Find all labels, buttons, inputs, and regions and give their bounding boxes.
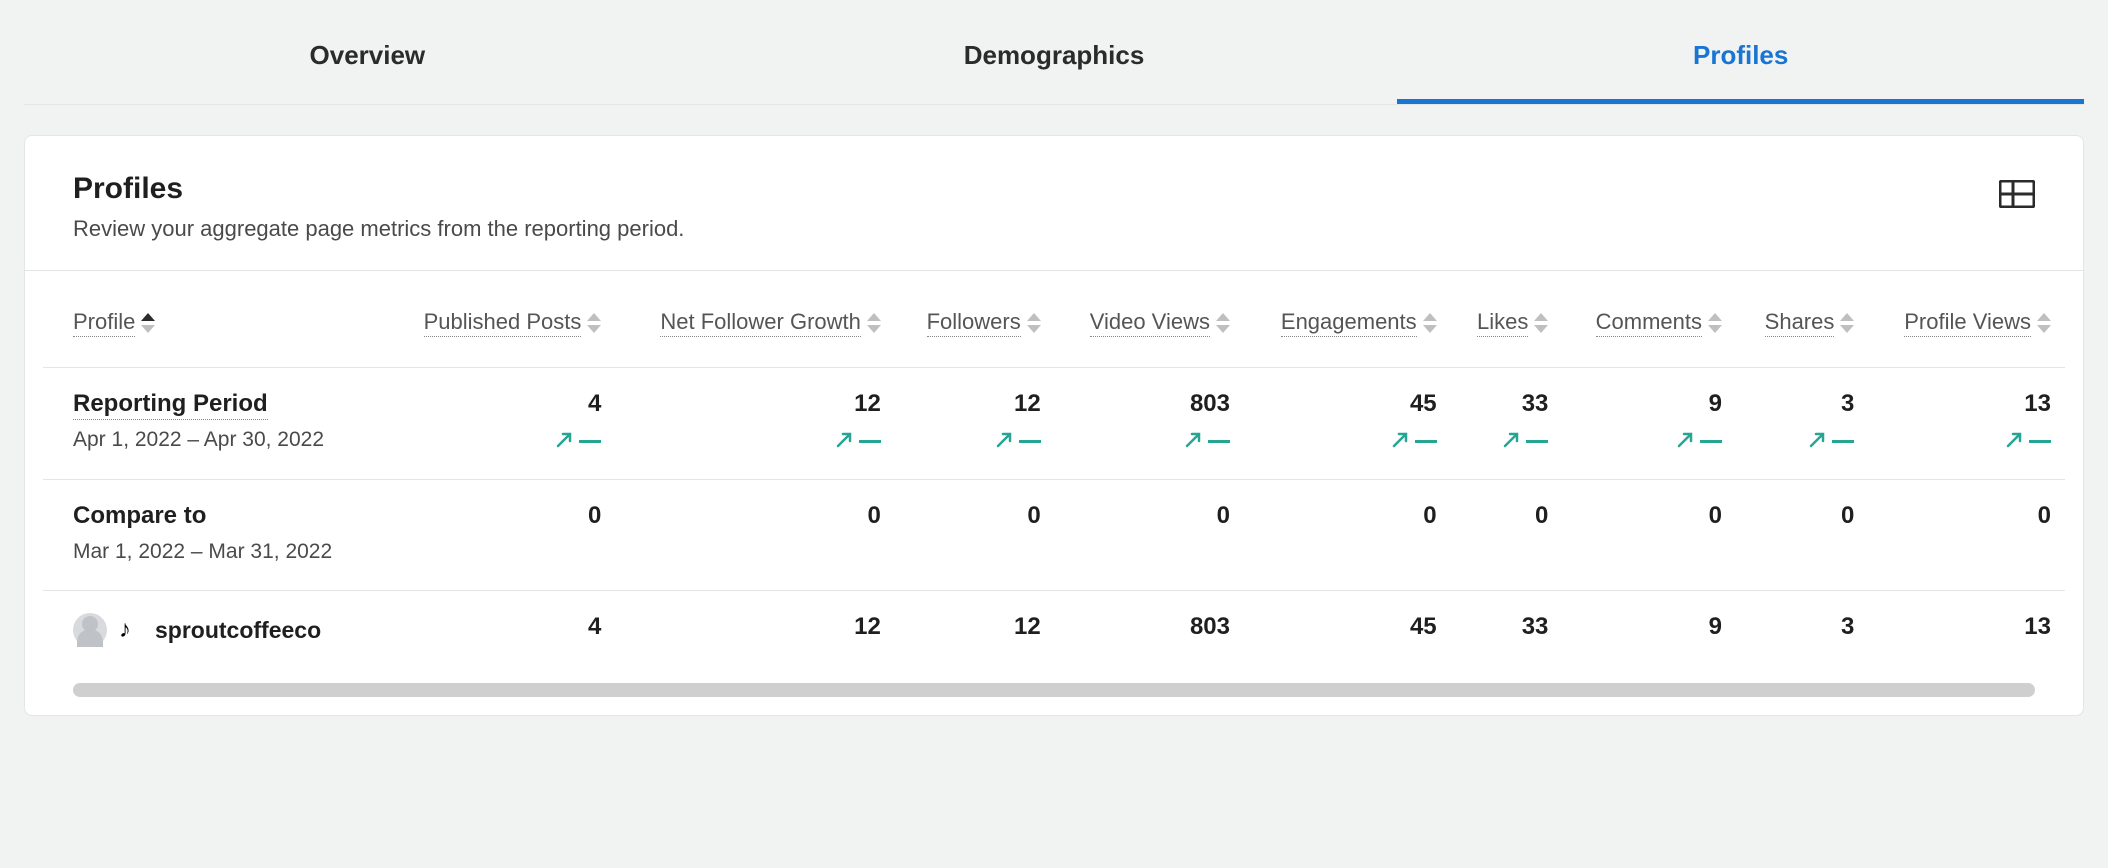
compare-label: Compare to	[73, 502, 206, 529]
reporting-published-posts: 4	[588, 390, 601, 417]
profile-net-follower-growth: 12	[854, 613, 881, 640]
compare-comments: 0	[1709, 502, 1722, 529]
trend-up-icon	[398, 430, 601, 453]
col-comments[interactable]: Comments	[1562, 271, 1736, 368]
avatar	[73, 613, 107, 647]
sort-icon[interactable]	[1423, 313, 1437, 333]
table-view-icon[interactable]	[1999, 180, 2035, 208]
profile-followers: 12	[1014, 613, 1041, 640]
col-profile-views[interactable]: Profile Views	[1868, 271, 2065, 368]
compare-shares: 0	[1841, 502, 1854, 529]
reporting-period-label[interactable]: Reporting Period	[73, 390, 268, 420]
sort-icon[interactable]	[1027, 313, 1041, 333]
sort-icon[interactable]	[587, 313, 601, 333]
col-followers[interactable]: Followers	[895, 271, 1055, 368]
col-published-posts[interactable]: Published Posts	[384, 271, 615, 368]
compare-published-posts: 0	[588, 502, 601, 529]
sort-icon[interactable]	[1216, 313, 1230, 333]
profile-profile-views: 13	[2024, 613, 2051, 640]
card-subtitle: Review your aggregate page metrics from …	[73, 216, 684, 242]
trend-up-icon	[1258, 430, 1437, 453]
profiles-table: Profile Published Posts Net Follower Gro…	[43, 271, 2065, 673]
sort-icon[interactable]	[1840, 313, 1854, 333]
table-row-reporting: Reporting Period Apr 1, 2022 – Apr 30, 2…	[43, 368, 2065, 480]
compare-profile-views: 0	[2038, 502, 2051, 529]
profile-comments: 9	[1709, 613, 1722, 640]
sort-icon[interactable]	[1708, 313, 1722, 333]
compare-range: Mar 1, 2022 – Mar 31, 2022	[73, 540, 370, 564]
trend-up-icon	[1465, 430, 1549, 453]
profile-published-posts: 4	[588, 613, 601, 640]
col-shares[interactable]: Shares	[1736, 271, 1868, 368]
col-video-views[interactable]: Video Views	[1055, 271, 1244, 368]
sort-icon[interactable]	[1534, 313, 1548, 333]
col-likes[interactable]: Likes	[1451, 271, 1563, 368]
trend-up-icon	[1069, 430, 1230, 453]
compare-likes: 0	[1535, 502, 1548, 529]
tab-profiles[interactable]: Profiles	[1397, 8, 2084, 104]
top-tabs: Overview Demographics Profiles	[24, 8, 2084, 105]
col-net-follower-growth[interactable]: Net Follower Growth	[615, 271, 895, 368]
reporting-likes: 33	[1522, 390, 1549, 417]
profile-video-views: 803	[1190, 613, 1230, 640]
reporting-comments: 9	[1709, 390, 1722, 417]
sort-icon[interactable]	[867, 313, 881, 333]
card-title: Profiles	[73, 172, 684, 206]
profile-shares: 3	[1841, 613, 1854, 640]
trend-up-icon	[1576, 430, 1722, 453]
tiktok-icon: ♪	[119, 618, 143, 642]
trend-up-icon	[1882, 430, 2051, 453]
col-profile[interactable]: Profile	[43, 271, 384, 368]
reporting-engagements: 45	[1410, 390, 1437, 417]
col-engagements[interactable]: Engagements	[1244, 271, 1451, 368]
compare-video-views: 0	[1217, 502, 1230, 529]
tab-demographics[interactable]: Demographics	[711, 8, 1398, 104]
reporting-followers: 12	[1014, 390, 1041, 417]
sort-icon[interactable]	[141, 313, 155, 333]
horizontal-scrollbar[interactable]	[73, 683, 2035, 697]
trend-up-icon	[909, 430, 1041, 453]
reporting-net-follower-growth: 12	[854, 390, 881, 417]
table-row-compare: Compare to Mar 1, 2022 – Mar 31, 2022 0 …	[43, 480, 2065, 591]
profile-likes: 33	[1522, 613, 1549, 640]
tab-overview[interactable]: Overview	[24, 8, 711, 104]
trend-up-icon	[1750, 430, 1854, 453]
compare-net-follower-growth: 0	[868, 502, 881, 529]
reporting-video-views: 803	[1190, 390, 1230, 417]
reporting-period-range: Apr 1, 2022 – Apr 30, 2022	[73, 428, 370, 452]
profile-name: sproutcoffeeco	[155, 617, 321, 644]
compare-followers: 0	[1027, 502, 1040, 529]
table-row-profile[interactable]: ♪ sproutcoffeeco 4 12 12 803 45 33 9 3 1…	[43, 591, 2065, 674]
reporting-shares: 3	[1841, 390, 1854, 417]
trend-up-icon	[629, 430, 881, 453]
compare-engagements: 0	[1423, 502, 1436, 529]
profiles-card: Profiles Review your aggregate page metr…	[24, 135, 2084, 716]
reporting-profile-views: 13	[2024, 390, 2051, 417]
profile-engagements: 45	[1410, 613, 1437, 640]
sort-icon[interactable]	[2037, 313, 2051, 333]
